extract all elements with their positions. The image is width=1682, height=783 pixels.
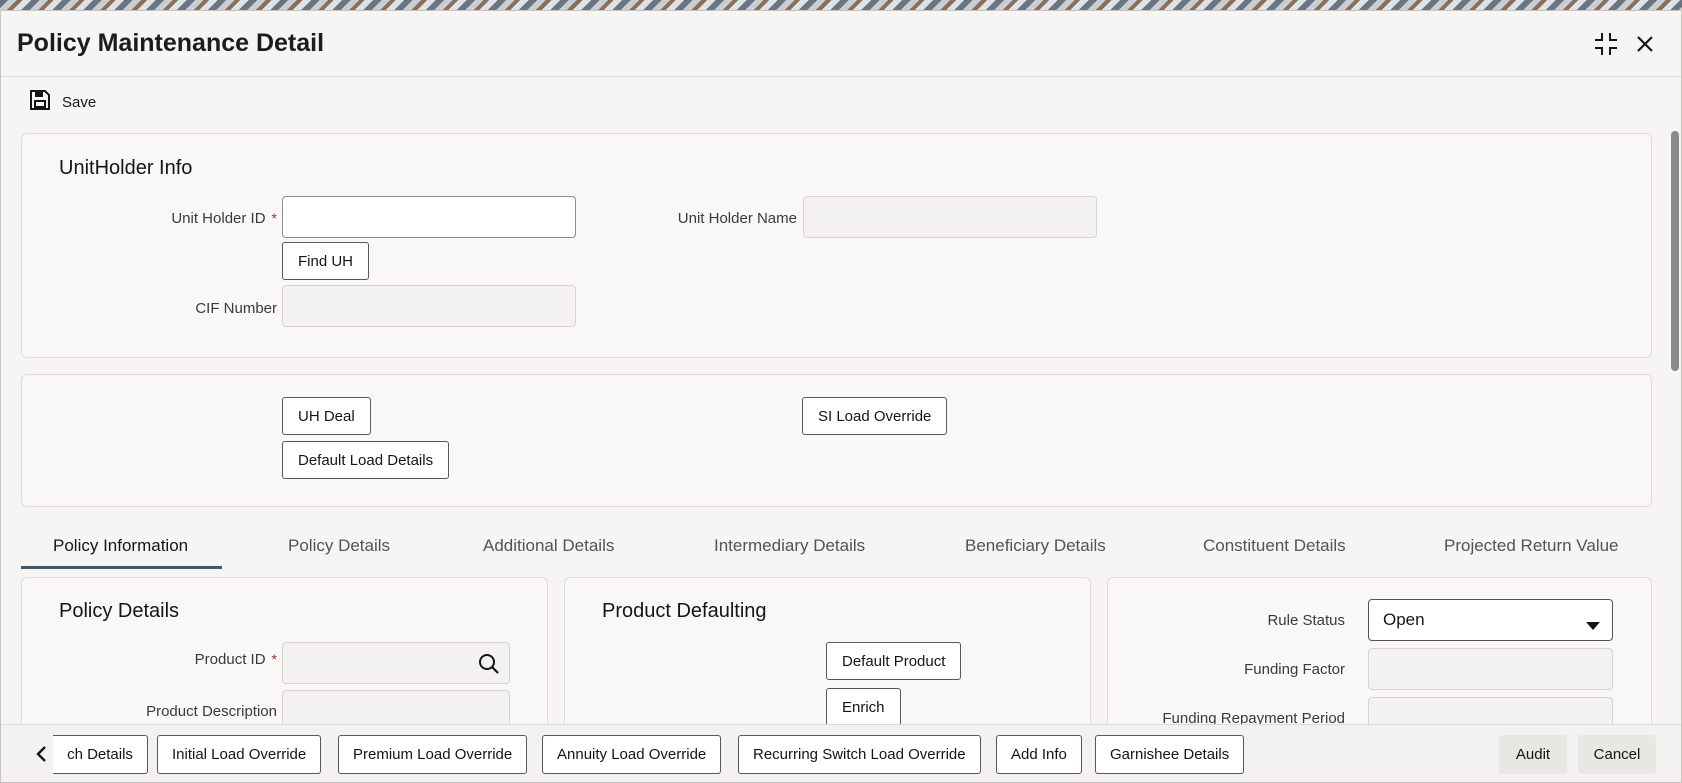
footer-button-initial-load-override[interactable]: Initial Load Override — [157, 735, 322, 774]
rule-status-value: Open — [1383, 610, 1425, 629]
footer-button-add-info[interactable]: Add Info — [996, 735, 1082, 774]
tab-policy-information[interactable]: Policy Information — [53, 536, 188, 556]
find-uh-button[interactable]: Find UH — [282, 242, 370, 280]
unit-holder-name-input[interactable] — [803, 196, 1097, 238]
page-title: Policy Maintenance Detail — [17, 29, 325, 57]
tab-intermediary-details[interactable]: Intermediary Details — [714, 536, 865, 556]
default-product-button[interactable]: Default Product — [826, 642, 962, 680]
tab-beneficiary-details[interactable]: Beneficiary Details — [965, 536, 1106, 556]
unitholder-info-card: UnitHolder Info Unit Holder ID * Unit Hol… — [21, 133, 1652, 358]
required-mark: * — [271, 210, 277, 226]
si-load-override-button[interactable]: SI Load Override — [802, 397, 948, 435]
enrich-button[interactable]: Enrich — [826, 688, 901, 726]
browser-top-strip — [0, 0, 1682, 10]
save-button[interactable]: Save — [29, 89, 96, 115]
footer-bar: ch Details Initial Load Override Premium… — [1, 724, 1681, 782]
unitholder-info-title: UnitHolder Info — [59, 157, 193, 179]
vertical-scrollbar[interactable] — [1671, 131, 1679, 371]
policy-details-title: Policy Details — [59, 600, 180, 622]
product-defaulting-card: Product Defaulting Default Product Enric… — [564, 577, 1091, 737]
audit-button[interactable]: Audit — [1499, 735, 1567, 774]
cancel-button[interactable]: Cancel — [1578, 735, 1656, 774]
title-bar: Policy Maintenance Detail — [1, 11, 1681, 77]
product-description-label: Product Description — [146, 703, 277, 720]
tab-policy-details[interactable]: Policy Details — [288, 536, 390, 556]
close-icon[interactable] — [1630, 29, 1660, 59]
product-id-input[interactable] — [282, 642, 510, 684]
active-tab-indicator — [21, 566, 222, 569]
uh-deal-button[interactable]: UH Deal — [282, 397, 371, 435]
policy-details-card: Policy Details Product ID * Product Descr… — [21, 577, 548, 737]
chevron-left-icon[interactable] — [35, 745, 47, 768]
maximize-icon[interactable] — [1591, 29, 1621, 59]
tab-projected-return-value[interactable]: Projected Return Value — [1444, 536, 1619, 556]
rule-status-select[interactable]: Open — [1368, 599, 1613, 641]
rule-status-label: Rule Status — [1267, 612, 1345, 629]
default-load-details-button[interactable]: Default Load Details — [282, 441, 450, 479]
unit-holder-name-label: Unit Holder Name — [677, 210, 797, 227]
footer-button-recurring-switch-load-override[interactable]: Recurring Switch Load Override — [738, 735, 981, 774]
cif-number-label: CIF Number — [195, 300, 277, 317]
funding-factor-input[interactable] — [1368, 648, 1613, 690]
unit-holder-id-label: Unit Holder ID * — [171, 210, 277, 227]
funding-factor-label: Funding Factor — [1244, 661, 1345, 678]
actions-card: UH Deal Default Load Details SI Load Ove… — [21, 374, 1652, 507]
required-mark: * — [271, 651, 277, 667]
cif-number-input[interactable] — [282, 285, 576, 327]
tab-additional-details[interactable]: Additional Details — [483, 536, 614, 556]
footer-button-premium-load-override[interactable]: Premium Load Override — [338, 735, 528, 774]
footer-button-garnishee-details[interactable]: Garnishee Details — [1095, 735, 1245, 774]
policy-maintenance-window: Policy Maintenance Detail Save UnitHolde… — [0, 10, 1682, 783]
save-icon — [29, 89, 51, 115]
chevron-down-icon — [1586, 616, 1600, 636]
footer-button-annuity-load-override[interactable]: Annuity Load Override — [542, 735, 722, 774]
tab-constituent-details[interactable]: Constituent Details — [1203, 536, 1346, 556]
product-defaulting-title: Product Defaulting — [602, 600, 767, 622]
rule-status-card: Rule Status Open Funding Factor Funding … — [1107, 577, 1652, 739]
footer-button-batch-details[interactable]: ch Details — [53, 735, 148, 774]
unit-holder-id-input[interactable] — [282, 196, 576, 238]
toolbar: Save — [1, 77, 1681, 127]
product-id-label: Product ID * — [194, 651, 277, 668]
save-label: Save — [62, 93, 97, 111]
search-icon[interactable] — [477, 652, 501, 681]
